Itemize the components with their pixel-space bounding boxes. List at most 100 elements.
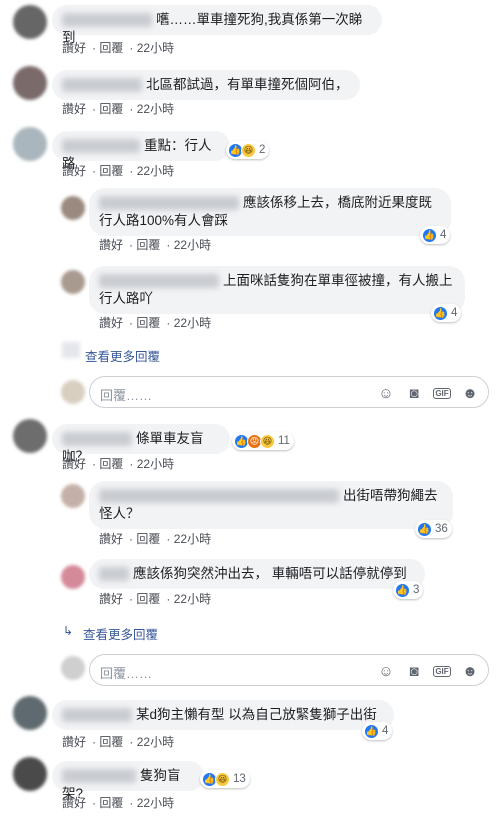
commenter-name[interactable] <box>62 13 152 28</box>
reply-link[interactable]: 回覆 <box>99 796 123 810</box>
reply-link[interactable]: 回覆 <box>99 102 123 116</box>
comment-bubble: 重點：行人路 <box>52 131 230 171</box>
avatar[interactable] <box>61 270 85 294</box>
comment-bubble: 隻狗盲架? <box>52 761 204 801</box>
reaction-count: 4 <box>451 307 458 319</box>
reply-link[interactable]: 回覆 <box>136 316 160 330</box>
camera-icon[interactable]: ◙ <box>404 661 424 681</box>
like-link[interactable]: 讚好 <box>62 735 86 749</box>
haha-icon: 😆 <box>215 771 230 787</box>
commenter-name[interactable] <box>99 567 129 582</box>
reply-link[interactable]: 回覆 <box>136 532 160 546</box>
reaction-summary[interactable]: 👍 36 <box>415 520 452 538</box>
commenter-name[interactable] <box>62 432 132 447</box>
reaction-summary[interactable]: 👍 😆 13 <box>200 770 250 788</box>
avatar[interactable] <box>13 757 47 791</box>
reply-link[interactable]: 回覆 <box>99 41 123 55</box>
comment-meta: 讚好 · 回覆 · 22小時 <box>62 796 175 810</box>
like-link[interactable]: 讚好 <box>99 316 123 330</box>
sticker-icon[interactable]: ☻ <box>460 383 480 403</box>
reply-link[interactable]: 回覆 <box>99 735 123 749</box>
emoji-icon[interactable]: ☺ <box>376 383 396 403</box>
like-link[interactable]: 讚好 <box>99 532 123 546</box>
reaction-count: 3 <box>413 584 420 596</box>
reaction-count: 4 <box>440 229 447 241</box>
like-link[interactable]: 讚好 <box>62 796 86 810</box>
reply-bubble: 上面咪話隻狗在單車徑被撞，有人搬上行人路吖 <box>89 266 465 314</box>
timestamp[interactable]: 22小時 <box>137 41 174 55</box>
commenter-name[interactable] <box>62 769 136 784</box>
comment-meta: 讚好 · 回覆 · 22小時 <box>62 164 175 178</box>
comment-text: 北區都試過，有單車撞死個阿伯， <box>146 77 349 92</box>
sticker-icon[interactable]: ☻ <box>460 661 480 681</box>
timestamp[interactable]: 22小時 <box>174 316 211 330</box>
reply-bubble: 出街唔帶狗繩去怪人？ <box>89 481 453 529</box>
avatar[interactable] <box>13 66 47 100</box>
commenter-name[interactable] <box>99 196 239 211</box>
like-link[interactable]: 讚好 <box>62 457 86 471</box>
commenter-name[interactable] <box>62 139 140 154</box>
like-link[interactable]: 讚好 <box>62 164 86 178</box>
timestamp[interactable]: 22小時 <box>137 796 174 810</box>
like-icon: 👍 <box>364 723 379 739</box>
like-link[interactable]: 讚好 <box>99 592 123 606</box>
avatar <box>61 380 85 404</box>
timestamp[interactable]: 22小時 <box>137 164 174 178</box>
camera-icon[interactable]: ◙ <box>404 383 424 403</box>
commenter-name[interactable] <box>99 489 339 504</box>
reaction-summary[interactable]: 👍 3 <box>393 581 424 599</box>
reaction-count: 11 <box>278 435 290 447</box>
timestamp[interactable]: 22小時 <box>174 592 211 606</box>
comment-meta: 讚好 · 回覆 · 22小時 <box>62 457 175 471</box>
like-icon: 👍 <box>433 305 448 321</box>
comment-bubble: 某d狗主懶有型 以為自己放緊隻獅子出街 <box>52 700 394 730</box>
avatar[interactable] <box>61 565 85 589</box>
comment-bubble: 嚿……單車撞死狗,我真係第一次睇到 <box>52 5 382 45</box>
reply-meta: 讚好 · 回覆 · 22小時 <box>99 316 212 330</box>
reply-link[interactable]: 回覆 <box>99 164 123 178</box>
avatar[interactable] <box>13 127 47 161</box>
reply-input[interactable]: 回覆…… ☺ ◙ GIF ☻ <box>89 376 489 408</box>
gif-icon[interactable]: GIF <box>432 661 452 681</box>
like-link[interactable]: 讚好 <box>99 238 123 252</box>
reply-bubble: 應該係移上去，橋底附近果度既行人路100%有人會踩 <box>89 188 451 236</box>
avatar[interactable] <box>13 696 47 730</box>
timestamp[interactable]: 22小時 <box>137 735 174 749</box>
reaction-count: 4 <box>382 725 389 737</box>
like-icon: 👍 <box>395 582 410 598</box>
emoji-icon[interactable]: ☺ <box>376 661 396 681</box>
commenter-name[interactable] <box>62 708 132 723</box>
avatar[interactable] <box>13 5 47 39</box>
reaction-summary[interactable]: 👍 4 <box>431 304 462 322</box>
reply-placeholder: 回覆…… <box>100 666 153 681</box>
reaction-summary[interactable]: 👍 😆 2 <box>226 141 270 159</box>
timestamp[interactable]: 22小時 <box>174 532 211 546</box>
reply-link[interactable]: 回覆 <box>99 457 123 471</box>
comment-meta: 讚好 · 回覆 · 22小時 <box>62 41 175 55</box>
reaction-summary[interactable]: 👍 4 <box>420 226 451 244</box>
commenter-name[interactable] <box>62 78 142 93</box>
reply-link[interactable]: 回覆 <box>136 592 160 606</box>
avatar[interactable] <box>13 419 47 453</box>
avatar[interactable] <box>61 196 85 220</box>
commenter-name[interactable] <box>99 274 219 289</box>
avatar[interactable] <box>61 484 85 508</box>
comment-meta: 讚好 · 回覆 · 22小時 <box>62 735 175 749</box>
like-link[interactable]: 讚好 <box>62 41 86 55</box>
reaction-count: 2 <box>259 144 266 156</box>
reply-link[interactable]: 回覆 <box>136 238 160 252</box>
comment-meta: 讚好 · 回覆 · 22小時 <box>62 102 175 116</box>
haha-icon: 😆 <box>241 142 256 158</box>
reaction-summary[interactable]: 👍 😡 😆 11 <box>232 432 294 450</box>
reply-meta: 讚好 · 回覆 · 22小時 <box>99 238 212 252</box>
avatar <box>61 656 85 680</box>
like-link[interactable]: 讚好 <box>62 102 86 116</box>
gif-icon[interactable]: GIF <box>432 383 452 403</box>
timestamp[interactable]: 22小時 <box>137 457 174 471</box>
view-more-replies[interactable]: 查看更多回覆 <box>85 346 160 365</box>
reply-input[interactable]: 回覆…… ☺ ◙ GIF ☻ <box>89 654 489 686</box>
timestamp[interactable]: 22小時 <box>137 102 174 116</box>
reaction-summary[interactable]: 👍 4 <box>362 722 393 740</box>
view-more-replies[interactable]: 查看更多回覆 <box>83 624 158 643</box>
timestamp[interactable]: 22小時 <box>174 238 211 252</box>
